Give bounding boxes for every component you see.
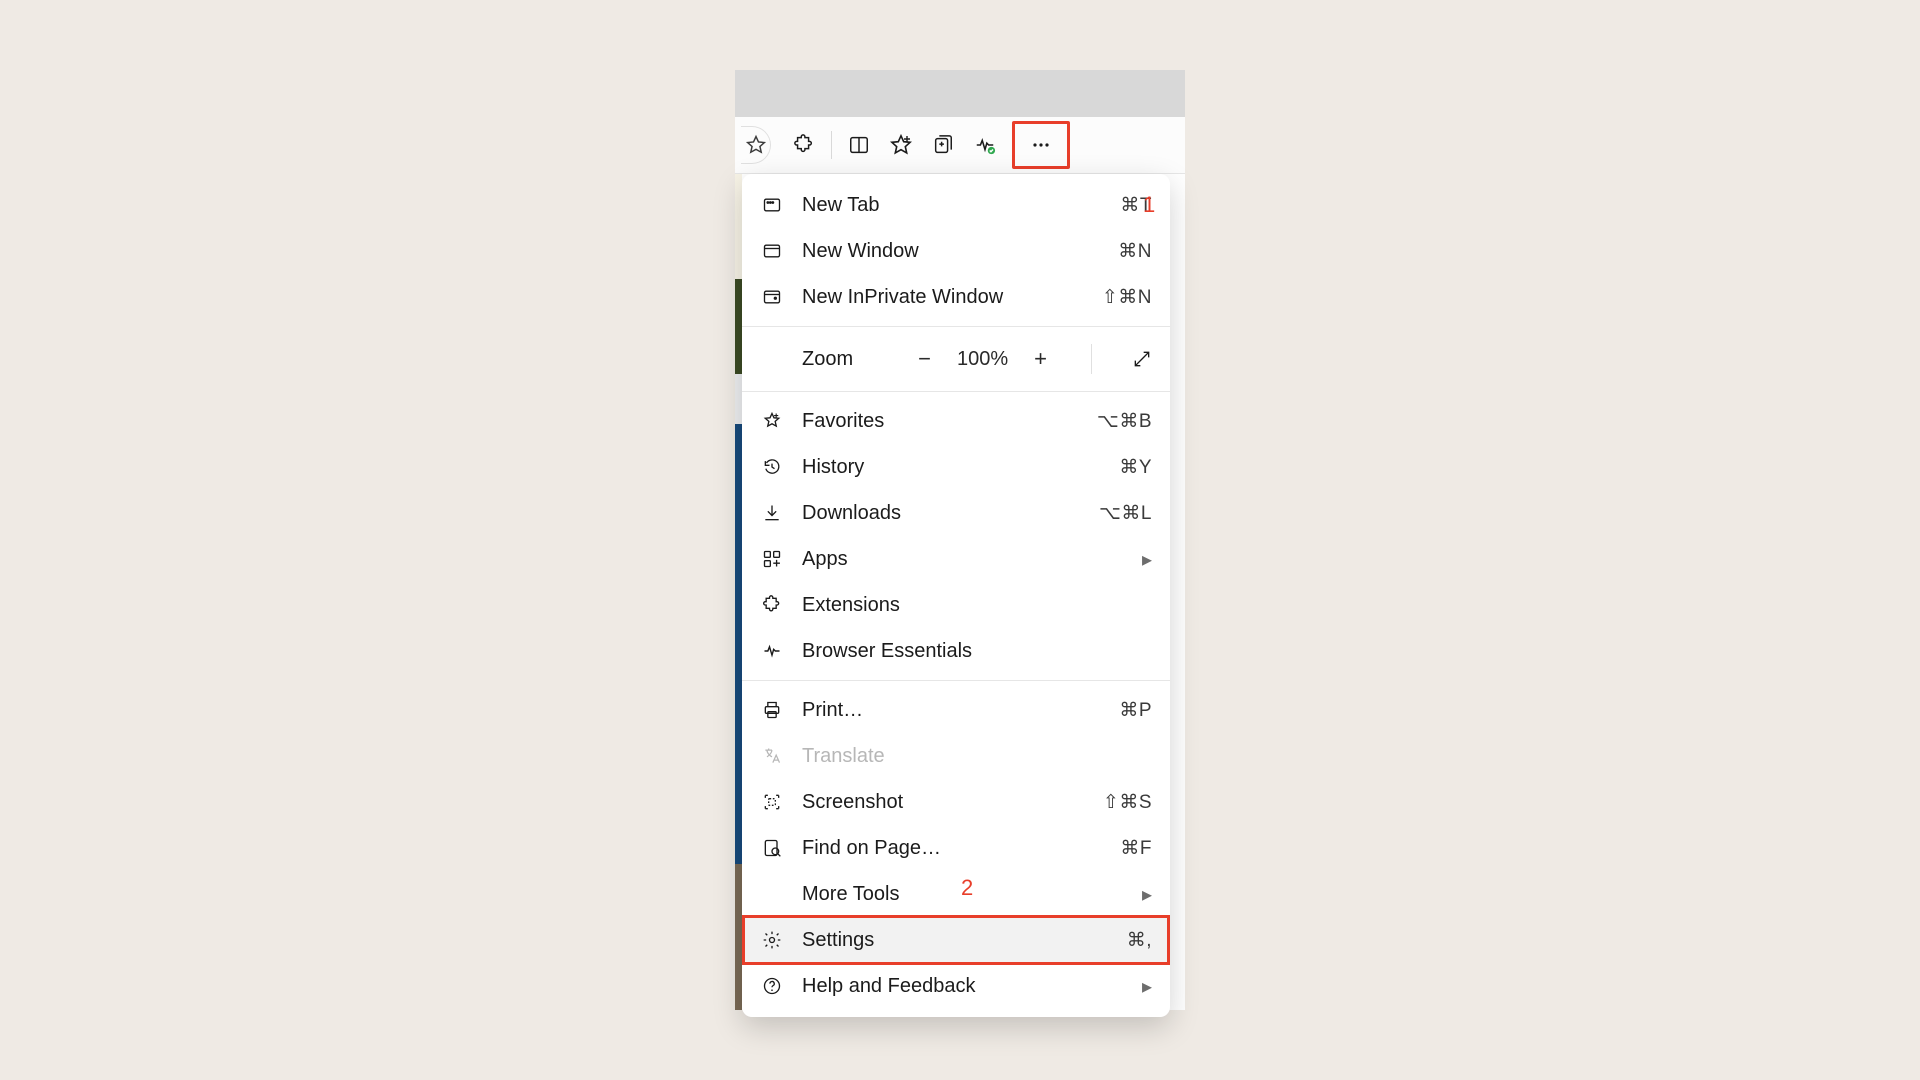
print-icon [760,698,784,722]
menu-downloads[interactable]: Downloads ⌥⌘L [742,490,1170,536]
menu-item-label: History [802,456,1101,479]
menu-item-shortcut: ⌥⌘B [1097,410,1152,433]
menu-find[interactable]: Find on Page… ⌘F [742,825,1170,871]
menu-new-tab[interactable]: New Tab ⌘T [742,182,1170,228]
menu-item-shortcut: ⇧⌘N [1102,286,1152,309]
star-outline-icon[interactable] [745,134,767,156]
browser-window-crop: New Tab ⌘T New Window ⌘N New InPrivate W… [735,70,1185,1010]
translate-icon [760,744,784,768]
menu-separator [742,680,1170,681]
menu-separator [742,326,1170,327]
collections-button[interactable] [922,124,964,166]
menu-print[interactable]: Print… ⌘P [742,687,1170,733]
zoom-out-button[interactable]: − [918,346,931,372]
toolbar [735,117,1185,174]
highlight-box-2: Settings ⌘, [742,917,1170,963]
menu-screenshot[interactable]: Screenshot ⇧⌘S [742,779,1170,825]
favorites-icon [760,409,784,433]
chevron-right-icon: ▸ [1142,547,1152,572]
browser-essentials-button[interactable] [964,124,1006,166]
fullscreen-button[interactable] [1132,349,1152,369]
menu-new-inprivate[interactable]: New InPrivate Window ⇧⌘N [742,274,1170,320]
more-menu-button[interactable] [1020,124,1062,166]
menu-item-shortcut: ⌘P [1119,699,1152,722]
split-screen-button[interactable] [838,124,880,166]
menu-separator [742,391,1170,392]
menu-item-label: Find on Page… [802,837,1102,860]
menu-item-shortcut: ⌘F [1120,837,1152,860]
history-icon [760,455,784,479]
chevron-right-icon: ▸ [1142,974,1152,999]
menu-item-shortcut: ⌘Y [1119,456,1152,479]
menu-favorites[interactable]: Favorites ⌥⌘B [742,398,1170,444]
menu-item-label: Favorites [802,410,1079,433]
more-menu: New Tab ⌘T New Window ⌘N New InPrivate W… [742,174,1170,1017]
heartbeat-icon [760,639,784,663]
toolbar-separator [831,131,832,159]
menu-item-shortcut: ⌘, [1127,929,1152,952]
menu-item-label: Print… [802,699,1101,722]
zoom-value: 100% [957,348,1008,371]
menu-item-label: New InPrivate Window [802,286,1084,309]
menu-history[interactable]: History ⌘Y [742,444,1170,490]
extensions-icon [760,593,784,617]
menu-item-label: New Tab [802,194,1102,217]
screenshot-icon [760,790,784,814]
annotation-1: 1 [1143,192,1155,218]
menu-item-label: Browser Essentials [802,640,1152,663]
menu-item-label: Screenshot [802,791,1085,814]
menu-apps[interactable]: Apps ▸ [742,536,1170,582]
menu-settings[interactable]: Settings ⌘, [742,917,1170,963]
help-icon [760,974,784,998]
inprivate-icon [760,285,784,309]
menu-more-tools[interactable]: More Tools ▸ [742,871,1170,917]
apps-icon [760,547,784,571]
menu-item-label: Help and Feedback [802,975,1124,998]
extensions-button[interactable] [783,124,825,166]
download-icon [760,501,784,525]
menu-item-label: New Window [802,240,1100,263]
zoom-label: Zoom [802,348,918,371]
separator [1091,344,1092,374]
gear-icon [760,928,784,952]
menu-item-label: Apps [802,548,1124,571]
new-tab-icon [760,193,784,217]
find-icon [760,836,784,860]
blank-icon [760,882,784,906]
highlight-box-1 [1012,121,1070,169]
menu-item-shortcut: ⇧⌘S [1103,791,1152,814]
menu-help[interactable]: Help and Feedback ▸ [742,963,1170,1009]
chevron-right-icon: ▸ [1142,882,1152,907]
menu-item-shortcut: ⌘N [1118,240,1152,263]
menu-extensions[interactable]: Extensions [742,582,1170,628]
favorites-button[interactable] [880,124,922,166]
menu-zoom: Zoom − 100% + [742,333,1170,385]
menu-new-window[interactable]: New Window ⌘N [742,228,1170,274]
menu-item-label: Translate [802,745,1152,768]
zoom-in-button[interactable]: + [1034,346,1047,372]
annotation-2: 2 [961,875,973,901]
titlebar-area [735,70,1185,117]
menu-item-label: Settings [802,929,1109,952]
address-bar-end [741,126,771,164]
menu-item-label: Downloads [802,502,1081,525]
menu-essentials[interactable]: Browser Essentials [742,628,1170,674]
menu-item-label: Extensions [802,594,1152,617]
page-content-sliver [735,174,742,1010]
window-icon [760,239,784,263]
menu-translate: Translate [742,733,1170,779]
menu-item-shortcut: ⌥⌘L [1099,502,1152,525]
